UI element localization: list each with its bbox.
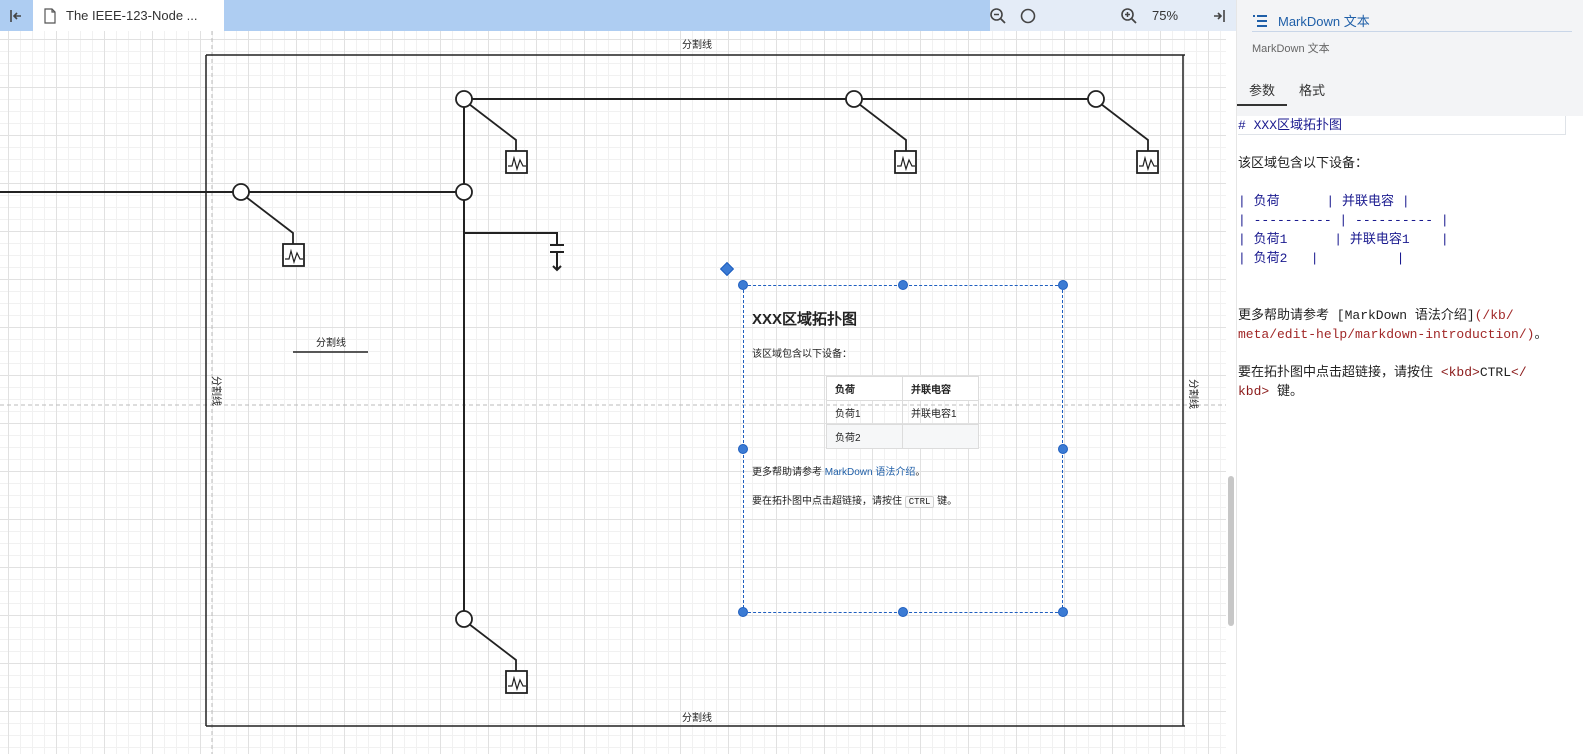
table-row: 负荷1 并联电容1 <box>826 400 979 425</box>
markdown-ctrl-hint: 要在拓扑图中点击超链接，请按住 CTRL 键。 <box>752 492 1054 508</box>
resize-handle-ne[interactable] <box>1058 280 1068 290</box>
divider-label-left: 分割线 <box>210 376 223 406</box>
help-suffix: 。 <box>915 467 926 478</box>
editor-token: | 负荷1 <box>1238 232 1288 247</box>
editor-token: | 负荷2 <box>1238 251 1288 266</box>
editor-line: 要在拓扑图中点击超链接，请按住 <kbd>CTRL</ <box>1238 363 1583 382</box>
editor-token: meta/edit-help/markdown-introduction/) <box>1238 327 1535 342</box>
panel-title: MarkDown 文本 <box>1278 14 1370 29</box>
expand-right-icon <box>1214 9 1225 22</box>
table-header-cell: 负荷 <box>826 376 903 401</box>
markdown-syntax-link[interactable]: MarkDown 语法介绍 <box>825 467 916 478</box>
canvas-toolbar: The IEEE-123-Node ... 75% <box>0 0 1236 31</box>
divider-label-top: 分割线 <box>682 38 712 51</box>
zoom-in-icon <box>1121 7 1137 24</box>
zoom-out-icon <box>990 7 1006 24</box>
divider-label-right: 分割线 <box>1187 379 1200 409</box>
diagram-canvas[interactable]: 分割线 分割线 分割线 分割线 分割线 XXX区域拓扑图 该区域包含以下设备： … <box>0 31 1236 754</box>
zoom-level[interactable]: 75% <box>1140 0 1190 31</box>
editor-token: | 并联电容1 | <box>1287 232 1449 247</box>
help-prefix: 更多帮助请参考 <box>752 467 825 478</box>
markdown-table: 负荷 并联电容 负荷1 并联电容1 负荷2 <box>826 376 979 449</box>
list-icon <box>1253 14 1267 27</box>
editor-line: | 负荷1 | 并联电容1 | <box>1238 230 1583 249</box>
load-3[interactable] <box>1136 150 1159 174</box>
editor-line: | 负荷 | 并联电容 | <box>1238 194 1410 209</box>
markdown-editor[interactable]: # XXX区域拓扑图 该区域包含以下设备： | 负荷 | 并联电容 | | --… <box>1237 116 1583 401</box>
load-4[interactable] <box>282 243 305 267</box>
editor-line: kbd> 键。 <box>1238 382 1583 401</box>
zoom-out-button[interactable] <box>983 0 1013 31</box>
zoom-reset-button[interactable] <box>1013 0 1043 31</box>
markdown-help-text: 更多帮助请参考 MarkDown 语法介绍。 <box>752 463 1054 478</box>
resize-handle-sw[interactable] <box>738 607 748 617</box>
table-cell: 并联电容1 <box>902 400 979 425</box>
ctrl-prefix: 要在拓扑图中点击超链接，请按住 <box>752 496 905 507</box>
markdown-description: 该区域包含以下设备： <box>752 349 852 360</box>
ctrl-suffix: 键。 <box>934 496 958 507</box>
resize-handle-s[interactable] <box>898 607 908 617</box>
editor-token: 要在拓扑图中点击超链接，请按住 <box>1238 365 1441 380</box>
load-1[interactable] <box>505 150 528 174</box>
editor-line: | ---------- | ---------- | <box>1238 213 1449 228</box>
document-tab[interactable]: The IEEE-123-Node ... <box>33 0 224 31</box>
load-2[interactable] <box>894 150 917 174</box>
ctrl-key: CTRL <box>904 496 935 508</box>
editor-line: 更多帮助请参考 [MarkDown 语法介绍](/kb/ <box>1238 306 1583 325</box>
properties-panel: MarkDown 文本 MarkDown 文本 参数 格式 # XXX区域拓扑图… <box>1236 0 1583 754</box>
tab-parameters[interactable]: 参数 <box>1237 76 1288 106</box>
resize-handle-e[interactable] <box>1058 444 1068 454</box>
editor-token: 更多帮助请参考 [MarkDown 语法介绍] <box>1238 308 1475 323</box>
editor-token: </ <box>1511 365 1527 380</box>
editor-token: <kbd> <box>1440 365 1480 380</box>
markdown-text-shape[interactable]: XXX区域拓扑图 该区域包含以下设备： 负荷 并联电容 负荷1 并联电容1 负荷… <box>743 285 1063 613</box>
scrollbar-thumb[interactable] <box>1228 476 1234 626</box>
collapse-left-icon <box>9 9 21 22</box>
shunt-capacitor[interactable] <box>550 244 564 272</box>
table-header-row: 负荷 并联电容 <box>826 376 979 401</box>
editor-token: CTRL <box>1479 365 1512 380</box>
editor-token: (/kb/ <box>1474 308 1514 323</box>
collapse-sidebar-button[interactable] <box>0 0 31 31</box>
zoom-controls: 75% <box>990 0 1236 31</box>
panel-title-row: MarkDown 文本 <box>1252 10 1572 32</box>
divider-label-inner: 分割线 <box>316 336 346 349</box>
canvas-scrollbar[interactable] <box>1226 31 1236 754</box>
editor-token: 键。 <box>1269 384 1304 399</box>
resize-handle-n[interactable] <box>898 280 908 290</box>
panel-tabs: 参数 格式 <box>1237 76 1337 106</box>
editor-line: | 负荷2 | | <box>1238 249 1583 268</box>
editor-line: # XXX区域拓扑图 <box>1238 116 1566 135</box>
divider-label-bottom: 分割线 <box>682 711 712 724</box>
editor-line: meta/edit-help/markdown-introduction/)。 <box>1238 325 1583 344</box>
editor-line: 该区域包含以下设备： <box>1238 156 1369 171</box>
document-tab-title: The IEEE-123-Node ... <box>66 8 198 23</box>
zoom-reset-icon <box>1020 8 1036 23</box>
resize-handle-nw[interactable] <box>738 280 748 290</box>
document-icon <box>44 7 56 24</box>
table-cell: 负荷2 <box>826 424 903 449</box>
editor-token: 。 <box>1534 327 1548 342</box>
panel-subtitle: MarkDown 文本 <box>1252 43 1330 55</box>
node-bottom[interactable] <box>455 610 517 671</box>
resize-handle-se[interactable] <box>1058 607 1068 617</box>
node-top-right[interactable] <box>1087 90 1149 151</box>
node-junction[interactable] <box>455 183 473 201</box>
markdown-heading: XXX区域拓扑图 <box>752 311 858 328</box>
table-row: 负荷2 <box>826 424 979 449</box>
expand-panel-button[interactable] <box>1204 0 1234 31</box>
resize-handle-w[interactable] <box>738 444 748 454</box>
table-cell <box>902 424 979 449</box>
tab-format[interactable]: 格式 <box>1287 76 1337 106</box>
table-cell: 负荷1 <box>826 400 903 425</box>
load-5[interactable] <box>505 670 528 694</box>
editor-token: kbd> <box>1238 384 1270 399</box>
table-header-cell: 并联电容 <box>902 376 979 401</box>
panel-header: MarkDown 文本 MarkDown 文本 参数 格式 <box>1237 0 1583 116</box>
editor-token: | | <box>1287 251 1405 266</box>
